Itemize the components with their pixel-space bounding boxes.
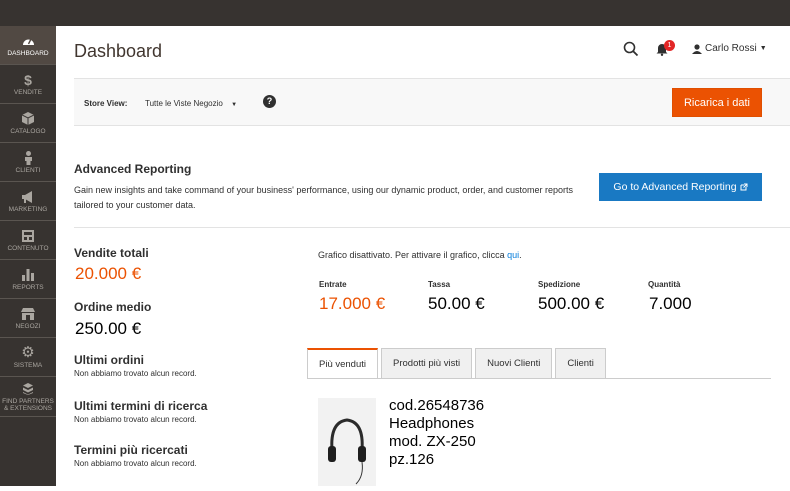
sidebar-item-catalogo[interactable]: CATALOGO xyxy=(0,104,56,143)
last-orders-label: Ultimi ordini xyxy=(74,353,144,367)
sidebar-item-label: VENDITE xyxy=(13,89,43,96)
sidebar-item-negozi[interactable]: NEGOZI xyxy=(0,299,56,338)
section-divider xyxy=(74,227,790,228)
dollar-icon: $ xyxy=(24,71,32,88)
chart-notice-end: . xyxy=(519,250,522,260)
reload-data-button[interactable]: Ricarica i dati xyxy=(672,88,762,117)
dashboard-tabs: Più venduti Prodotti più visti Nuovi Cli… xyxy=(307,348,606,379)
user-menu[interactable]: Carlo Rossi ▼ xyxy=(692,43,767,54)
sidebar-item-label: SISTEMA xyxy=(13,362,43,369)
megaphone-icon xyxy=(21,189,35,204)
top-bar xyxy=(0,0,790,26)
store-view-selected: Tutte le Viste Negozio xyxy=(145,99,223,108)
person-icon xyxy=(24,150,33,165)
tab-customers[interactable]: Clienti xyxy=(555,348,606,379)
product-details: cod.26548736 Headphones mod. ZX-250 pz.1… xyxy=(389,397,484,469)
headphones-icon xyxy=(328,418,366,485)
revenue-label: Entrate xyxy=(319,280,347,289)
tab-most-viewed[interactable]: Prodotti più visti xyxy=(381,348,473,379)
avg-order-value: 250.00 € xyxy=(75,319,142,338)
last-orders-empty: Non abbiamo trovato alcun record. xyxy=(74,369,197,378)
help-icon[interactable]: ? xyxy=(263,95,276,108)
product-image xyxy=(318,398,376,486)
avg-order-label: Ordine medio xyxy=(74,300,152,314)
boxes-icon xyxy=(22,381,34,396)
last-search-terms-empty: Non abbiamo trovato alcun record. xyxy=(74,415,197,424)
top-search-terms-empty: Non abbiamo trovato alcun record. xyxy=(74,459,197,468)
sidebar-item-label: DASHBOARD xyxy=(7,50,49,57)
chart-disabled-notice: Grafico disattivato. Per attivare il gra… xyxy=(318,250,522,260)
notification-badge: 1 xyxy=(664,40,675,51)
store-view-select[interactable]: Tutte le Viste Negozio ▼ xyxy=(145,99,237,108)
dashboard-icon xyxy=(22,33,35,48)
sidebar-item-marketing[interactable]: MARKETING xyxy=(0,182,56,221)
tab-new-customers[interactable]: Nuovi Clienti xyxy=(475,348,553,379)
product-name: Headphones xyxy=(389,415,475,432)
user-icon xyxy=(692,43,702,54)
button-label: Go to Advanced Reporting xyxy=(613,181,737,193)
store-view-label: Store View: xyxy=(84,99,128,108)
store-icon xyxy=(21,306,35,321)
go-to-advanced-reporting-button[interactable]: Go to Advanced Reporting xyxy=(599,173,762,201)
chart-notice-text: Grafico disattivato. Per attivare il gra… xyxy=(318,250,508,260)
sidebar-item-label: CATALOGO xyxy=(10,128,46,135)
caret-down-icon: ▼ xyxy=(759,45,767,52)
page-title: Dashboard xyxy=(74,41,163,61)
sidebar-item-clienti[interactable]: CLIENTI xyxy=(0,143,56,182)
external-link-icon xyxy=(740,183,748,191)
enable-chart-link[interactable]: qui xyxy=(507,250,519,260)
sidebar-item-label: NEGOZI xyxy=(15,323,41,330)
sidebar-item-label: CONTENUTO xyxy=(7,245,49,252)
admin-sidebar: DASHBOARD $ VENDITE CATALOGO CLIENTI MAR… xyxy=(0,26,56,486)
sidebar-item-dashboard[interactable]: DASHBOARD xyxy=(0,26,56,65)
tax-value: 50.00 € xyxy=(428,294,485,313)
tax-label: Tassa xyxy=(428,280,451,289)
total-sales-value: 20.000 € xyxy=(75,264,142,283)
product-quantity: pz.126 xyxy=(389,451,435,468)
store-view-bar: Store View: Tutte le Viste Negozio ▼ ? R… xyxy=(74,78,790,126)
sidebar-item-label: REPORTS xyxy=(12,284,44,291)
revenue-value: 17.000 € xyxy=(319,294,386,313)
sidebar-item-reports[interactable]: REPORTS xyxy=(0,260,56,299)
shipping-label: Spedizione xyxy=(538,280,581,289)
sidebar-item-label: FIND PARTNERS & EXTENSIONS xyxy=(2,398,54,412)
product-model: mod. ZX-250 xyxy=(389,433,476,450)
sidebar-item-vendite[interactable]: $ VENDITE xyxy=(0,65,56,104)
caret-down-icon: ▼ xyxy=(231,102,238,108)
user-name: Carlo Rossi xyxy=(705,43,757,54)
gear-icon: ⚙ xyxy=(21,343,35,361)
last-search-terms-label: Ultimi termini di ricerca xyxy=(74,399,208,413)
total-sales-label: Vendite totali xyxy=(74,246,149,260)
cube-icon xyxy=(22,111,34,126)
layout-icon xyxy=(22,228,34,243)
bar-chart-icon xyxy=(22,267,34,282)
sidebar-item-label: MARKETING xyxy=(8,206,48,213)
advanced-reporting-title: Advanced Reporting xyxy=(74,162,192,176)
shipping-value: 500.00 € xyxy=(538,294,605,313)
tab-underline xyxy=(307,378,771,379)
sidebar-item-find-partners[interactable]: FIND PARTNERS & EXTENSIONS xyxy=(0,377,56,417)
sidebar-item-label: CLIENTI xyxy=(15,167,41,174)
quantity-value: 7.000 xyxy=(649,294,692,313)
quantity-label: Quantità xyxy=(648,280,681,289)
product-code: cod.26548736 xyxy=(389,397,485,414)
sidebar-item-contenuto[interactable]: CONTENUTO xyxy=(0,221,56,260)
top-search-terms-label: Termini più ricercati xyxy=(74,443,188,457)
main-content: Dashboard 1 Carlo Rossi ▼ Store View: Tu… xyxy=(56,26,790,486)
search-icon[interactable] xyxy=(623,41,639,57)
tab-bestsellers[interactable]: Più venduti xyxy=(307,348,379,379)
advanced-reporting-description: Gain new insights and take command of yo… xyxy=(74,185,573,210)
sidebar-item-sistema[interactable]: ⚙ SISTEMA xyxy=(0,338,56,377)
